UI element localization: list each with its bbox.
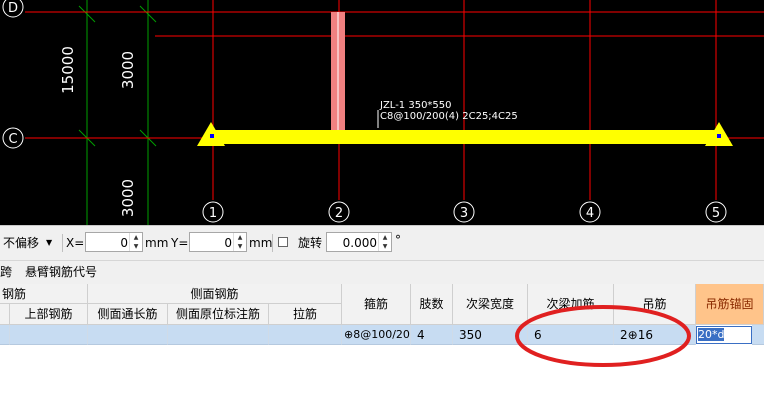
primary-beam[interactable]: [209, 130, 721, 144]
drawing-canvas[interactable]: JZL-1 350*550 C8@100/200(4) 2C25;4C25 15…: [0, 0, 764, 225]
axis-label-3: 3: [460, 206, 468, 221]
grip-point[interactable]: [717, 134, 721, 138]
axis-label-2: 2: [335, 206, 343, 221]
beam-label-line1: JZL-1 350*550: [379, 100, 452, 111]
dim-upper: 3000: [119, 51, 137, 89]
highlight-annotation: [515, 305, 691, 367]
spin-arrows-icon[interactable]: ▲ ▼: [378, 233, 391, 251]
dim-lower: 3000: [119, 179, 137, 217]
x-input[interactable]: 0 ▲ ▼: [85, 232, 143, 252]
axis-label-C: C: [8, 132, 17, 147]
spin-arrows-icon[interactable]: ▲ ▼: [233, 233, 246, 251]
axis-label-5: 5: [712, 206, 720, 221]
subtabs-bar: 跨 悬臂钢筋代号: [0, 261, 764, 284]
rotate-value: 0.000: [342, 236, 377, 250]
cad-drawing[interactable]: JZL-1 350*550 C8@100/200(4) 2C25;4C25 15…: [0, 0, 764, 225]
grip-point[interactable]: [210, 134, 214, 138]
x-value: 0: [120, 236, 128, 250]
offset-select[interactable]: 不偏移: [3, 233, 39, 253]
toolbar-separator: [62, 234, 63, 252]
y-input[interactable]: 0 ▲ ▼: [189, 232, 247, 252]
axis-label-1: 1: [209, 206, 217, 221]
offset-toolbar: 不偏移 ▼ X= 0 ▲ ▼ mm Y= 0 ▲ ▼ mm 旋转 0.000 ▲ ▼ …: [0, 225, 764, 261]
degree-symbol: °: [395, 233, 401, 247]
beam-label-line2: C8@100/200(4) 2C25;4C25: [380, 111, 518, 122]
tab-span[interactable]: 跨: [0, 261, 12, 284]
red-highlight-ellipse: [515, 305, 691, 367]
x-unit: mm: [145, 236, 169, 250]
beam-property-grid: 钢筋 侧面钢筋 上部钢筋 侧面通长筋 侧面原位标注筋 拉筋 箍筋 肢数 次梁宽度…: [0, 284, 764, 413]
y-label: Y=: [171, 236, 189, 250]
dim-total: 15000: [59, 46, 77, 94]
chevron-down-icon[interactable]: ▼: [46, 233, 52, 253]
y-value: 0: [224, 236, 232, 250]
rotate-checkbox[interactable]: [278, 237, 288, 247]
tab-cantilever-code[interactable]: 悬臂钢筋代号: [25, 261, 97, 284]
axis-label-D: D: [8, 1, 18, 16]
axis-label-4: 4: [586, 206, 594, 221]
toolbar-separator: [272, 234, 273, 252]
rotate-label: 旋转: [298, 236, 323, 250]
y-unit: mm: [249, 236, 273, 250]
rotate-input[interactable]: 0.000 ▲ ▼: [326, 232, 392, 252]
spin-arrows-icon[interactable]: ▲ ▼: [129, 233, 142, 251]
x-label: X=: [66, 236, 85, 250]
